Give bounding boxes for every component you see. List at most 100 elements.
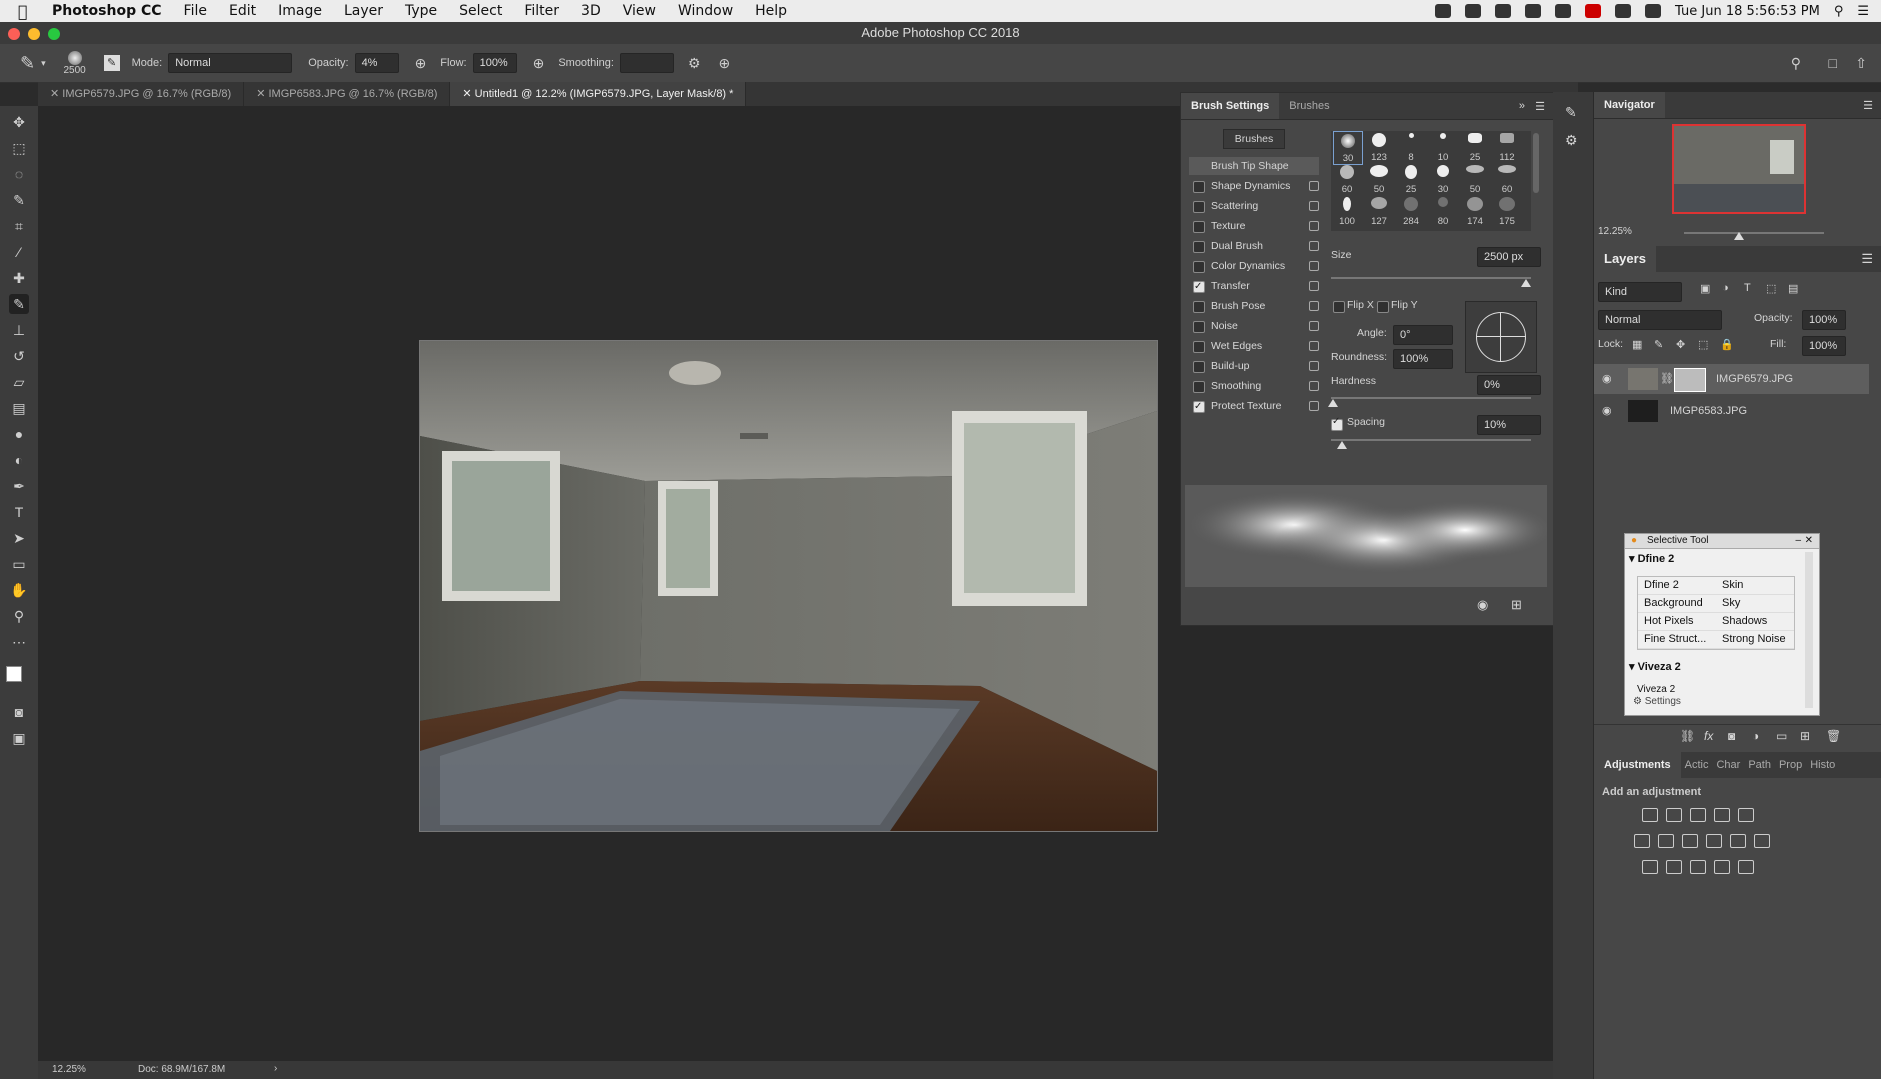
- tab-untitled1[interactable]: ✕ Untitled1 @ 12.2% (IMGP6579.JPG, Layer…: [450, 82, 747, 106]
- skin-button[interactable]: Skin: [1716, 577, 1794, 594]
- share-icon[interactable]: ⇧: [1855, 55, 1867, 72]
- option-transfer[interactable]: Transfer: [1189, 277, 1319, 296]
- menu-edit[interactable]: Edit: [229, 3, 256, 19]
- pressure-size-icon[interactable]: ⊕: [719, 55, 731, 72]
- dodge-tool-icon[interactable]: ◐: [9, 450, 29, 470]
- lock-icon[interactable]: [1309, 201, 1319, 211]
- hardness-slider[interactable]: [1331, 397, 1531, 399]
- gradient-map-icon[interactable]: [1738, 860, 1754, 874]
- smoothing-input[interactable]: [619, 53, 674, 73]
- hot-pixels-button[interactable]: Hot Pixels: [1638, 613, 1716, 630]
- tab-brush-settings[interactable]: Brush Settings: [1181, 93, 1280, 119]
- lock-all-icon[interactable]: 🔒: [1720, 338, 1734, 351]
- layer-kind-filter[interactable]: Kind: [1598, 282, 1682, 302]
- brightness-icon[interactable]: [1642, 808, 1658, 822]
- selective-tool-scrollbar[interactable]: [1805, 552, 1813, 708]
- status-arrow-icon[interactable]: ›: [274, 1063, 277, 1074]
- checkbox[interactable]: [1193, 321, 1205, 333]
- crop-tool-icon[interactable]: ⌗: [9, 216, 29, 236]
- fill-input[interactable]: 100%: [1802, 336, 1846, 356]
- hardness-slider-thumb[interactable]: [1328, 399, 1338, 407]
- lock-icon[interactable]: [1309, 181, 1319, 191]
- foreground-color-swatch[interactable]: [6, 666, 22, 682]
- lock-icon[interactable]: [1309, 221, 1319, 231]
- document-canvas[interactable]: [419, 340, 1158, 832]
- quick-select-tool-icon[interactable]: ✎: [9, 190, 29, 210]
- volume-icon[interactable]: [1615, 4, 1632, 18]
- brush-tip[interactable]: 127: [1365, 195, 1393, 227]
- option-color-dynamics[interactable]: Color Dynamics: [1189, 257, 1319, 275]
- brush-tip[interactable]: 123: [1365, 131, 1393, 163]
- sky-button[interactable]: Sky: [1716, 595, 1794, 612]
- brush-tip[interactable]: 25: [1461, 131, 1489, 163]
- collapse-icon[interactable]: »: [1519, 100, 1525, 112]
- layer-mask-thumbnail[interactable]: [1674, 368, 1706, 392]
- workspace-icon[interactable]: □: [1829, 55, 1837, 71]
- more-tools-icon[interactable]: ⋯: [9, 632, 29, 652]
- menu-layer[interactable]: Layer: [344, 3, 383, 19]
- flip-x-checkbox[interactable]: [1333, 301, 1345, 313]
- brush-tip[interactable]: 25: [1397, 163, 1425, 195]
- dropbox-icon[interactable]: [1435, 4, 1452, 18]
- brushes-button[interactable]: Brushes: [1223, 129, 1285, 149]
- battery-icon[interactable]: [1555, 4, 1572, 18]
- bluetooth-icon[interactable]: [1525, 4, 1542, 18]
- option-shape-dynamics[interactable]: Shape Dynamics: [1189, 177, 1319, 195]
- gradient-tool-icon[interactable]: ▤: [9, 398, 29, 418]
- checkbox[interactable]: [1193, 221, 1205, 233]
- spotlight-icon[interactable]: ⚲: [1834, 4, 1844, 19]
- option-protect-texture[interactable]: Protect Texture: [1189, 397, 1319, 416]
- link-layers-icon[interactable]: ⛓: [1680, 729, 1695, 743]
- zoom-tool-icon[interactable]: ⚲: [9, 606, 29, 626]
- posterize-icon[interactable]: [1666, 860, 1682, 874]
- minimize-icon[interactable]: –: [1795, 534, 1801, 548]
- option-build-up[interactable]: Build-up: [1189, 357, 1319, 375]
- path-select-tool-icon[interactable]: ➤: [9, 528, 29, 548]
- trash-icon[interactable]: 🗑: [1826, 729, 1841, 743]
- lock-icon[interactable]: [1309, 301, 1319, 311]
- lock-icon[interactable]: [1309, 321, 1319, 331]
- spacing-checkbox[interactable]: [1331, 416, 1343, 431]
- type-tool-icon[interactable]: T: [9, 502, 29, 522]
- blur-tool-icon[interactable]: ●: [9, 424, 29, 444]
- filter-smart-icon[interactable]: ▤: [1788, 282, 1798, 295]
- curves-icon[interactable]: [1690, 808, 1706, 822]
- new-brush-icon[interactable]: ⊞: [1511, 597, 1522, 613]
- roundness-input[interactable]: 100%: [1393, 349, 1453, 369]
- brush-tip[interactable]: 100: [1333, 195, 1361, 227]
- brush-tip[interactable]: 30: [1429, 163, 1457, 195]
- section-viveza[interactable]: ▾ Viveza 2: [1629, 660, 1681, 673]
- option-wet-edges[interactable]: Wet Edges: [1189, 337, 1319, 355]
- viveza-sub-item[interactable]: Viveza 2: [1637, 684, 1675, 695]
- option-texture[interactable]: Texture: [1189, 217, 1319, 235]
- menu-select[interactable]: Select: [459, 3, 502, 19]
- photo-filter-icon[interactable]: [1706, 834, 1722, 848]
- brush-tip[interactable]: 112: [1493, 131, 1521, 163]
- menu-type[interactable]: Type: [405, 3, 437, 19]
- navigator-zoom[interactable]: 12.25%: [1598, 226, 1632, 237]
- lock-image-icon[interactable]: ✎: [1654, 338, 1663, 351]
- threshold-icon[interactable]: [1690, 860, 1706, 874]
- screen-mode-icon[interactable]: ▣: [9, 728, 29, 748]
- brush-tip[interactable]: 174: [1461, 195, 1489, 227]
- spacing-slider[interactable]: [1331, 439, 1531, 441]
- eraser-tool-icon[interactable]: ▱: [9, 372, 29, 392]
- marquee-tool-icon[interactable]: ⬚: [9, 138, 29, 158]
- brush-tool-icon[interactable]: ✎: [9, 294, 29, 314]
- wifi-icon[interactable]: [1645, 4, 1662, 18]
- brush-tip[interactable]: 284: [1397, 195, 1425, 227]
- minimize-window-button[interactable]: [28, 28, 40, 40]
- spacing-input[interactable]: 10%: [1477, 415, 1541, 435]
- settings-link[interactable]: ⚙ Settings: [1633, 696, 1681, 707]
- checkbox[interactable]: [1193, 341, 1205, 353]
- tab-imgp6579[interactable]: ✕ IMGP6579.JPG @ 16.7% (RGB/8): [38, 82, 245, 106]
- filter-shape-icon[interactable]: ⬚: [1766, 282, 1776, 295]
- menubar-clock[interactable]: Tue Jun 18 5:56:53 PM: [1675, 4, 1820, 19]
- angle-input[interactable]: 0°: [1393, 325, 1453, 345]
- invert-icon[interactable]: [1642, 860, 1658, 874]
- eye-toggle-icon[interactable]: ◉: [1477, 597, 1488, 613]
- eyedropper-tool-icon[interactable]: ⁄: [9, 242, 29, 262]
- mode-select[interactable]: Normal: [168, 53, 293, 73]
- brush-tip[interactable]: 10: [1429, 131, 1457, 163]
- checkbox[interactable]: [1193, 398, 1205, 416]
